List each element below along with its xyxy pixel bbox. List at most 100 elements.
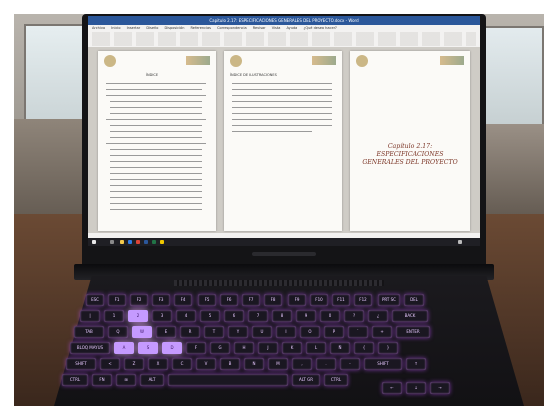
key-o[interactable]: O [300, 326, 320, 338]
key-w[interactable]: W [132, 326, 152, 338]
key-f9[interactable]: F9 [288, 294, 306, 306]
key-left-brace[interactable]: { [354, 342, 374, 354]
key-y[interactable]: Y [228, 326, 248, 338]
key-i[interactable]: I [276, 326, 296, 338]
tab-insertar[interactable]: Insertar [127, 26, 141, 30]
key-right-brace[interactable]: } [378, 342, 398, 354]
key-4[interactable]: 4 [176, 310, 196, 322]
key-6[interactable]: 6 [224, 310, 244, 322]
key-a[interactable]: A [114, 342, 134, 354]
key-d[interactable]: D [162, 342, 182, 354]
key-pipe[interactable]: | [80, 310, 100, 322]
key-inverted-question[interactable]: ¿ [368, 310, 388, 322]
key-9[interactable]: 9 [296, 310, 316, 322]
key-f5[interactable]: F5 [198, 294, 216, 306]
word-icon[interactable] [144, 240, 148, 244]
key-enter[interactable]: ENTER [396, 326, 430, 338]
key-backtick[interactable]: ` [348, 326, 368, 338]
windows-start-icon[interactable] [92, 240, 96, 244]
folder-icon[interactable] [160, 240, 164, 244]
key-v[interactable]: V [196, 358, 216, 370]
key-0[interactable]: 0 [320, 310, 340, 322]
key-shift-left[interactable]: SHIFT [66, 358, 96, 370]
key-arrow-right[interactable]: → [430, 382, 450, 394]
key-comma[interactable]: , [292, 358, 312, 370]
tell-me-box[interactable]: ¿Qué desea hacer? [303, 26, 336, 30]
search-icon[interactable] [110, 240, 114, 244]
key-f8[interactable]: F8 [264, 294, 282, 306]
key-arrow-down[interactable]: ↓ [406, 382, 426, 394]
chrome-icon[interactable] [136, 240, 140, 244]
key-l[interactable]: L [306, 342, 326, 354]
key-s[interactable]: S [138, 342, 158, 354]
key-h[interactable]: H [234, 342, 254, 354]
key-arrow-up[interactable]: ↑ [406, 358, 426, 370]
tab-referencias[interactable]: Referencias [191, 26, 211, 30]
key-n-tilde[interactable]: Ñ [330, 342, 350, 354]
tab-diseno[interactable]: Diseño [146, 26, 158, 30]
key-f4[interactable]: F4 [174, 294, 192, 306]
key-q[interactable]: Q [108, 326, 128, 338]
key-backspace[interactable]: BACK [392, 310, 428, 322]
key-7[interactable]: 7 [248, 310, 268, 322]
key-alt-left[interactable]: ALT [140, 374, 164, 386]
key-b[interactable]: B [220, 358, 240, 370]
key-print-screen[interactable]: PRT SC [378, 294, 400, 306]
key-f11[interactable]: F11 [332, 294, 350, 306]
key-question[interactable]: ? [344, 310, 364, 322]
key-g[interactable]: G [210, 342, 230, 354]
tab-correspondencia[interactable]: Correspondencia [217, 26, 247, 30]
file-explorer-icon[interactable] [120, 240, 124, 244]
key-n[interactable]: N [244, 358, 264, 370]
excel-icon[interactable] [152, 240, 156, 244]
tab-inicio[interactable]: Inicio [111, 26, 120, 30]
key-arrow-left[interactable]: ← [382, 382, 402, 394]
key-f[interactable]: F [186, 342, 206, 354]
key-f7[interactable]: F7 [242, 294, 260, 306]
key-ctrl-right[interactable]: CTRL [324, 374, 348, 386]
tab-archivo[interactable]: Archivo [92, 26, 105, 30]
key-period[interactable]: . [316, 358, 336, 370]
key-2[interactable]: 2 [128, 310, 148, 322]
key-less-than[interactable]: < [100, 358, 120, 370]
key-m[interactable]: M [268, 358, 288, 370]
key-space[interactable] [168, 374, 288, 386]
key-f10[interactable]: F10 [310, 294, 328, 306]
key-esc[interactable]: ESC [86, 294, 104, 306]
edge-icon[interactable] [128, 240, 132, 244]
key-j[interactable]: J [258, 342, 278, 354]
key-fn[interactable]: FN [92, 374, 112, 386]
key-t[interactable]: T [204, 326, 224, 338]
key-z[interactable]: Z [124, 358, 144, 370]
key-x[interactable]: X [148, 358, 168, 370]
key-f12[interactable]: F12 [354, 294, 372, 306]
tab-revisar[interactable]: Revisar [253, 26, 266, 30]
tray-clock-icon[interactable] [458, 240, 462, 244]
key-f3[interactable]: F3 [152, 294, 170, 306]
tab-disposicion[interactable]: Disposición [165, 26, 185, 30]
key-f6[interactable]: F6 [220, 294, 238, 306]
key-windows[interactable]: ⊞ [116, 374, 136, 386]
key-ctrl-left[interactable]: CTRL [62, 374, 88, 386]
key-k[interactable]: K [282, 342, 302, 354]
tab-vista[interactable]: Vista [272, 26, 281, 30]
key-f1[interactable]: F1 [108, 294, 126, 306]
key-shift-right[interactable]: SHIFT [364, 358, 402, 370]
key-c[interactable]: C [172, 358, 192, 370]
key-p[interactable]: P [324, 326, 344, 338]
key-delete[interactable]: DEL [404, 294, 424, 306]
key-caps-lock[interactable]: BLOQ MAYUS [70, 342, 110, 354]
key-1[interactable]: 1 [104, 310, 124, 322]
tab-ayuda[interactable]: Ayuda [287, 26, 298, 30]
key-8[interactable]: 8 [272, 310, 292, 322]
key-tab[interactable]: TAB [74, 326, 104, 338]
key-u[interactable]: U [252, 326, 272, 338]
key-5[interactable]: 5 [200, 310, 220, 322]
key-alt-gr[interactable]: ALT GR [292, 374, 320, 386]
key-r[interactable]: R [180, 326, 200, 338]
key-e[interactable]: E [156, 326, 176, 338]
key-3[interactable]: 3 [152, 310, 172, 322]
key-minus[interactable]: - [340, 358, 360, 370]
key-plus[interactable]: + [372, 326, 392, 338]
key-f2[interactable]: F2 [130, 294, 148, 306]
